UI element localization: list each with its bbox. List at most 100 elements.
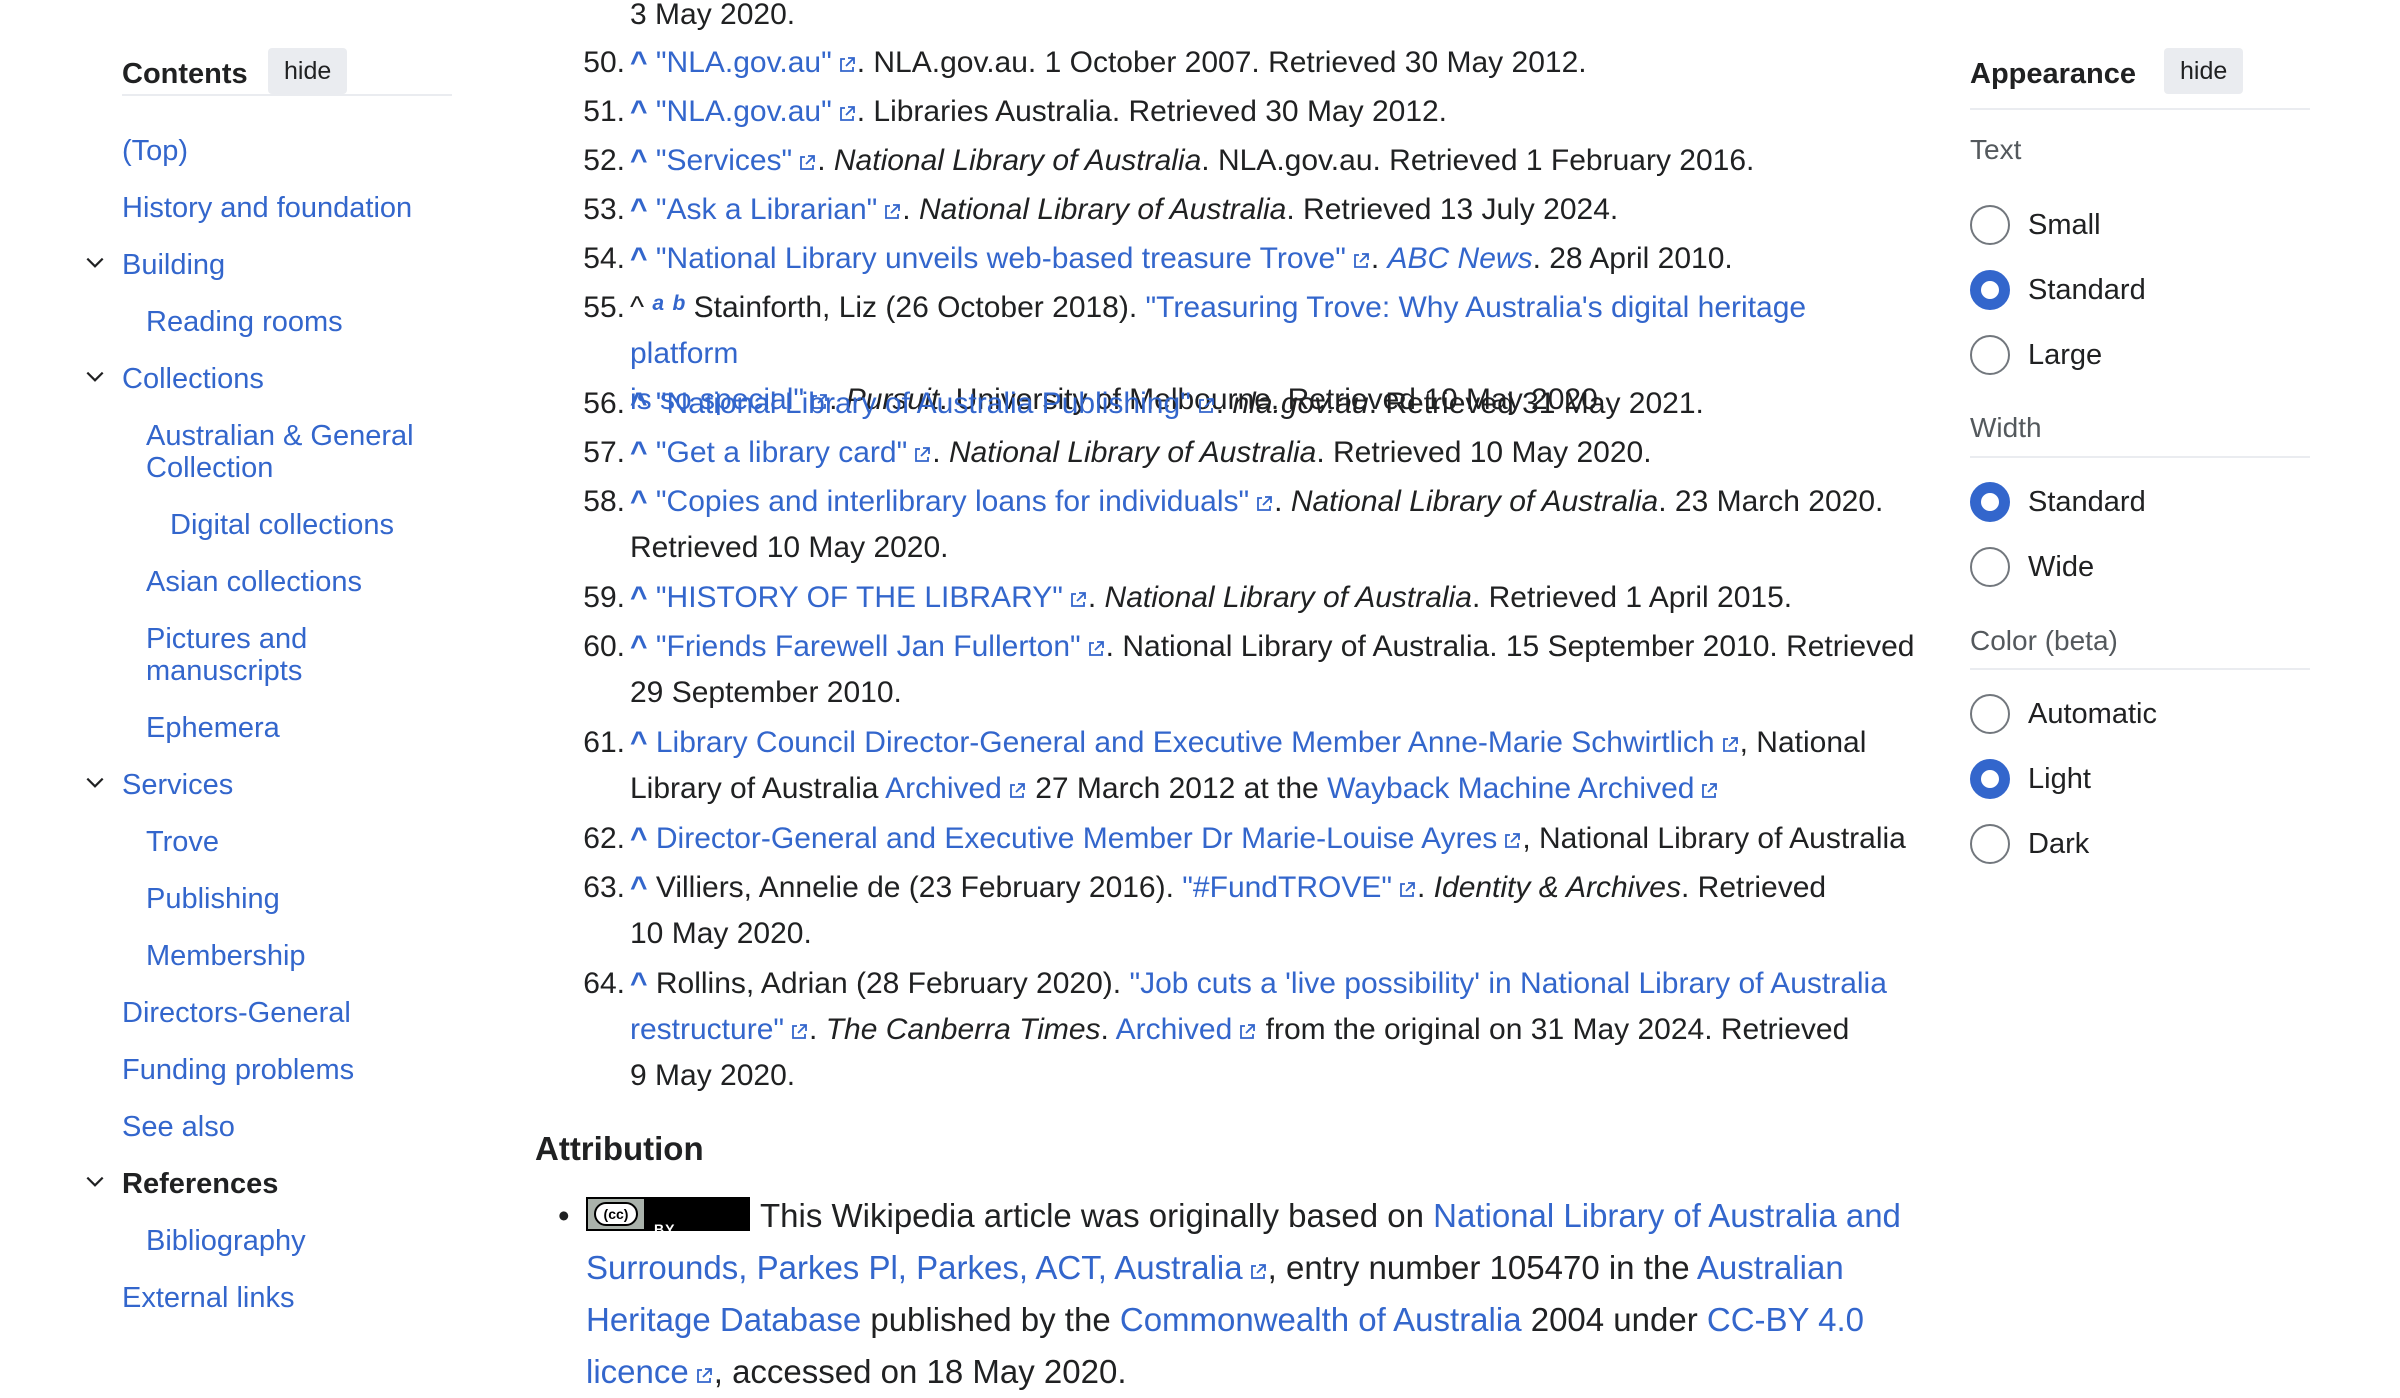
chevron-down-icon[interactable] — [84, 252, 106, 274]
external-link-icon — [1086, 639, 1106, 659]
toc-item-see-also[interactable]: See also — [122, 1111, 235, 1143]
reference-link[interactable]: "NLA.gov.au" — [656, 95, 832, 128]
backlink-caret[interactable]: ^ — [630, 193, 648, 226]
divider — [1970, 456, 2310, 458]
backlink-caret[interactable]: ^ — [630, 822, 648, 855]
backlink-caret[interactable]: ^ — [630, 436, 648, 469]
radio-button[interactable] — [1970, 547, 2010, 587]
archived-link[interactable]: Archived — [885, 772, 1002, 805]
toc-item-external-links[interactable]: External links — [122, 1282, 294, 1314]
chevron-down-icon[interactable] — [84, 1171, 106, 1193]
backlink-caret[interactable]: ^ — [630, 726, 648, 759]
toc-item-reading-rooms[interactable]: Reading rooms — [146, 306, 343, 338]
color-label: Color (beta) — [1970, 625, 2118, 656]
reference-link[interactable]: "#FundTROVE" — [1182, 871, 1392, 904]
external-link-icon — [837, 104, 857, 124]
toc-item-top[interactable]: (Top) — [122, 135, 188, 167]
radio-button[interactable] — [1970, 205, 2010, 245]
external-link-icon — [1007, 781, 1027, 801]
toc-item-references[interactable]: References — [122, 1168, 278, 1200]
backlink-caret[interactable]: ^ — [630, 242, 648, 275]
reference-link[interactable]: "National Library of Australia Publishin… — [656, 387, 1191, 420]
toc-header: Contents hide — [122, 48, 452, 96]
backlink-caret[interactable]: ^ — [630, 46, 648, 79]
list-bullet: • — [558, 1197, 570, 1234]
radio-button-checked[interactable] — [1970, 270, 2010, 310]
reference-link[interactable]: Director-General and Executive Member Dr… — [656, 822, 1497, 855]
appearance-hide-button[interactable]: hide — [2164, 48, 2244, 94]
divider — [1970, 108, 2310, 110]
reference-link[interactable]: Library Council Director-General and Exe… — [656, 726, 1715, 759]
attribution-heading: Attribution — [535, 1130, 704, 1167]
radio-button-checked[interactable] — [1970, 482, 2010, 522]
toc-hide-button[interactable]: hide — [268, 48, 348, 94]
backlink-caret[interactable]: ^ — [630, 387, 648, 420]
toc-item-trove[interactable]: Trove — [146, 826, 219, 858]
external-link-icon — [1502, 831, 1522, 851]
reference-link[interactable]: "HISTORY OF THE LIBRARY" — [656, 581, 1063, 614]
backlink-caret[interactable]: ^ — [630, 967, 648, 1000]
reference-link[interactable]: "Job cuts a 'live possibility' in Nation… — [1129, 967, 1886, 1000]
toc-item-directors-general[interactable]: Directors-General — [122, 997, 351, 1029]
toc-item-digital-collections[interactable]: Digital collections — [170, 509, 394, 541]
backlink-caret[interactable]: ^ — [630, 144, 648, 177]
external-link-icon — [882, 202, 902, 222]
toc-item-collections[interactable]: Collections — [122, 363, 264, 395]
width-label: Width — [1970, 412, 2042, 443]
chevron-down-icon[interactable] — [84, 772, 106, 794]
toc-item-membership[interactable]: Membership — [146, 940, 306, 972]
reference-link[interactable]: "Copies and interlibrary loans for indiv… — [656, 485, 1249, 518]
reference-link[interactable]: "National Library unveils web-based trea… — [656, 242, 1346, 275]
radio-button[interactable] — [1970, 824, 2010, 864]
external-link-icon — [837, 55, 857, 75]
backlink-a[interactable]: a — [652, 292, 664, 315]
external-link-icon — [797, 153, 817, 173]
external-link-icon — [1068, 590, 1088, 610]
reference-link[interactable]: "Get a library card" — [656, 436, 907, 469]
radio-button[interactable] — [1970, 335, 2010, 375]
backlink-caret[interactable]: ^ — [630, 581, 648, 614]
archived-link[interactable]: Archived — [1116, 1013, 1233, 1046]
external-link-icon — [912, 445, 932, 465]
external-link-icon — [1254, 494, 1274, 514]
work-link[interactable]: ABC News — [1388, 242, 1533, 275]
reference-link-cont[interactable]: restructure" — [630, 1013, 784, 1046]
backlink-caret[interactable]: ^ — [630, 871, 648, 904]
backlink-caret[interactable]: ^ — [630, 485, 648, 518]
table-of-contents: Contents hide (Top) History and foundati… — [0, 0, 470, 1398]
backlink-caret[interactable]: ^ — [630, 630, 648, 663]
reference-link[interactable]: "Ask a Librarian" — [656, 193, 877, 226]
reference-link[interactable]: "Friends Farewell Jan Fullerton" — [656, 630, 1081, 663]
external-link-icon — [1720, 735, 1740, 755]
external-link-icon — [789, 1022, 809, 1042]
toc-item-services[interactable]: Services — [122, 769, 233, 801]
toc-item-building[interactable]: Building — [122, 249, 225, 281]
external-link-icon — [694, 1366, 714, 1386]
toc-item-history[interactable]: History and foundation — [122, 192, 412, 224]
chevron-down-icon[interactable] — [84, 366, 106, 388]
reference-link[interactable]: "Services" — [656, 144, 792, 177]
toc-item-australian-general[interactable]: Australian & General Collection — [146, 420, 436, 484]
radio-button-checked[interactable] — [1970, 759, 2010, 799]
reference-link[interactable]: "NLA.gov.au" — [656, 46, 832, 79]
appearance-title: Appearance — [1970, 58, 2137, 90]
toc-item-pictures-manuscripts[interactable]: Pictures and manuscripts — [146, 623, 366, 687]
external-link-icon — [1397, 880, 1417, 900]
toc-item-ephemera[interactable]: Ephemera — [146, 712, 280, 744]
toc-item-funding-problems[interactable]: Funding problems — [122, 1054, 354, 1086]
external-link-icon — [1196, 396, 1216, 416]
text-size-label: Text — [1970, 134, 2022, 165]
backlink-b[interactable]: b — [672, 292, 685, 315]
toc-item-asian-collections[interactable]: Asian collections — [146, 566, 362, 598]
wayback-link[interactable]: Wayback Machine Archived — [1327, 772, 1694, 805]
external-link-icon — [1248, 1262, 1268, 1282]
toc-title: Contents — [122, 58, 248, 90]
toc-item-publishing[interactable]: Publishing — [146, 883, 280, 915]
cc-by-badge: (cc) BY — [586, 1197, 750, 1237]
radio-button[interactable] — [1970, 694, 2010, 734]
commonwealth-link[interactable]: Commonwealth of Australia — [1120, 1301, 1522, 1338]
divider — [1970, 668, 2310, 670]
toc-item-bibliography[interactable]: Bibliography — [146, 1225, 306, 1257]
external-link-icon — [1351, 251, 1371, 271]
backlink-caret[interactable]: ^ — [630, 95, 648, 128]
